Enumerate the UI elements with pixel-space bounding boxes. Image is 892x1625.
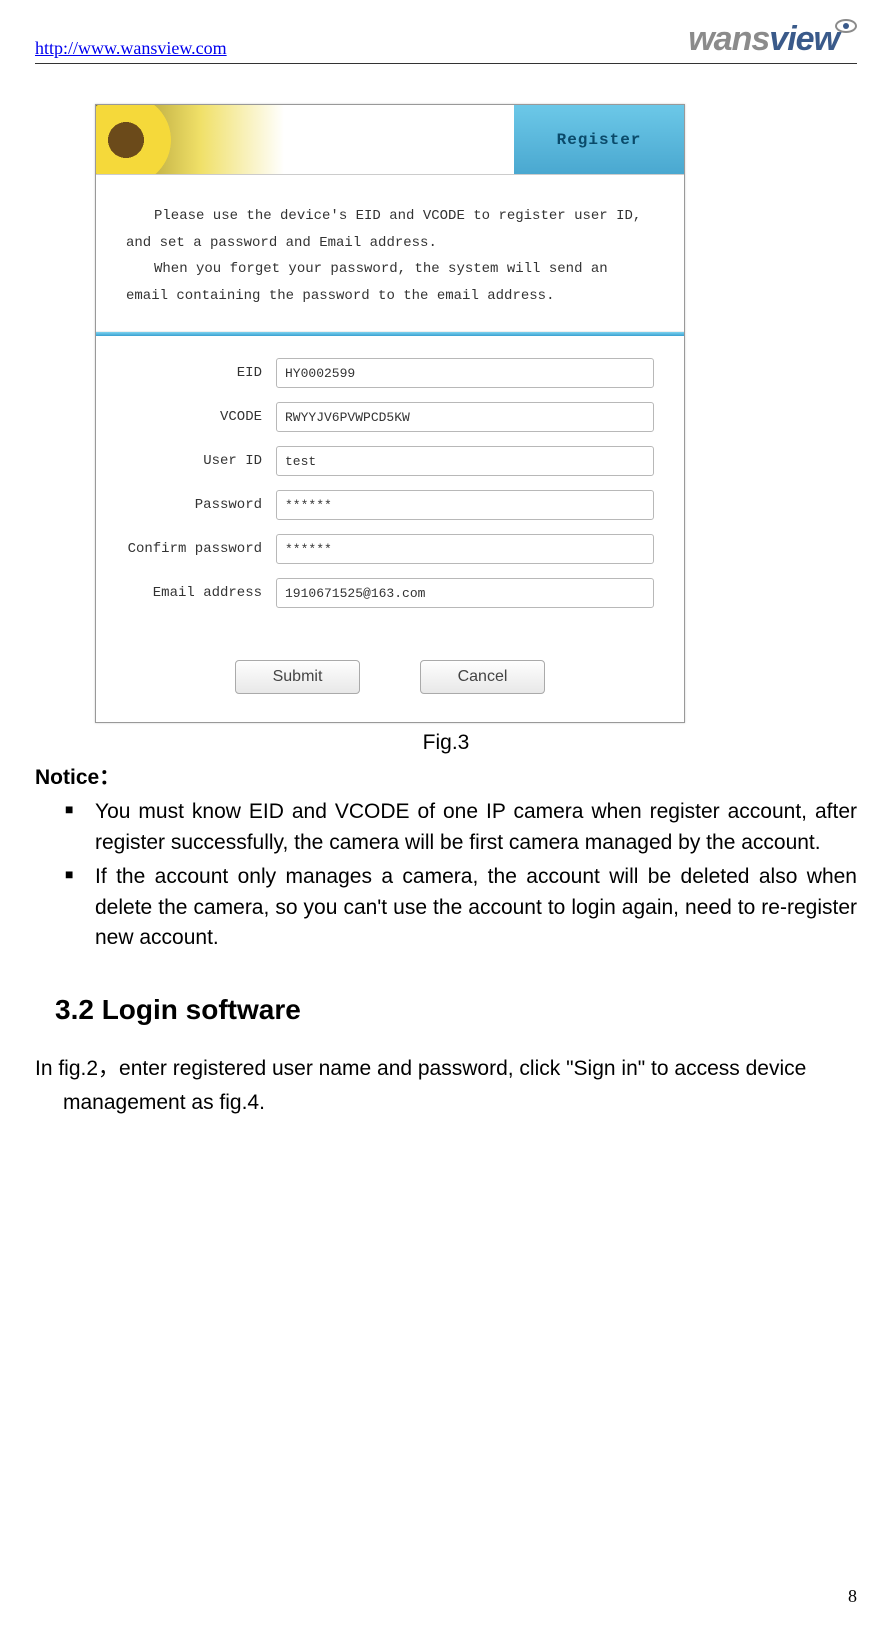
instruction-text: Please use the device's EID and VCODE to… [96,175,684,332]
brand-logo: wansview [688,20,857,59]
window-title: Register [514,105,684,174]
form-row-confirm: Confirm password [106,534,654,564]
vcode-label: VCODE [106,409,276,425]
list-item: If the account only manages a camera, th… [95,862,857,953]
notice-list: You must know EID and VCODE of one IP ca… [35,797,857,953]
figure-container: Register Please use the device's EID and… [95,104,857,723]
body-paragraph: In fig.2，enter registered user name and … [35,1054,857,1084]
sunflower-icon [96,105,171,174]
notice-heading: Notice： [35,761,857,791]
register-form: EID VCODE User ID Password Confirm passw… [96,336,684,642]
form-row-vcode: VCODE [106,402,654,432]
page-number: 8 [848,1586,857,1607]
email-input[interactable] [276,578,654,608]
vcode-input[interactable] [276,402,654,432]
confirm-input[interactable] [276,534,654,564]
banner-decoration [96,105,514,174]
instruction-paragraph-1: Please use the device's EID and VCODE to… [126,203,654,256]
password-label: Password [106,497,276,513]
header-url-link[interactable]: http://www.wansview.com [35,38,227,59]
form-row-userid: User ID [106,446,654,476]
confirm-label: Confirm password [106,541,276,557]
userid-input[interactable] [276,446,654,476]
section-heading: 3.2 Login software [55,994,857,1026]
instruction-paragraph-2: When you forget your password, the syste… [126,256,654,309]
form-row-eid: EID [106,358,654,388]
eid-label: EID [106,365,276,381]
eye-icon [835,19,857,33]
cancel-button[interactable]: Cancel [420,660,545,694]
form-row-password: Password [106,490,654,520]
window-banner: Register [96,105,684,175]
form-row-email: Email address [106,578,654,608]
button-row: Submit Cancel [96,642,684,722]
email-label: Email address [106,585,276,601]
body-paragraph: management as fig.4. [35,1088,857,1118]
userid-label: User ID [106,453,276,469]
submit-button[interactable]: Submit [235,660,360,694]
password-input[interactable] [276,490,654,520]
eid-input[interactable] [276,358,654,388]
register-window: Register Please use the device's EID and… [95,104,685,723]
list-item: You must know EID and VCODE of one IP ca… [95,797,857,858]
brand-text: wansview [688,20,839,59]
figure-caption: Fig.3 [35,731,857,755]
page-header: http://www.wansview.com wansview [35,20,857,64]
